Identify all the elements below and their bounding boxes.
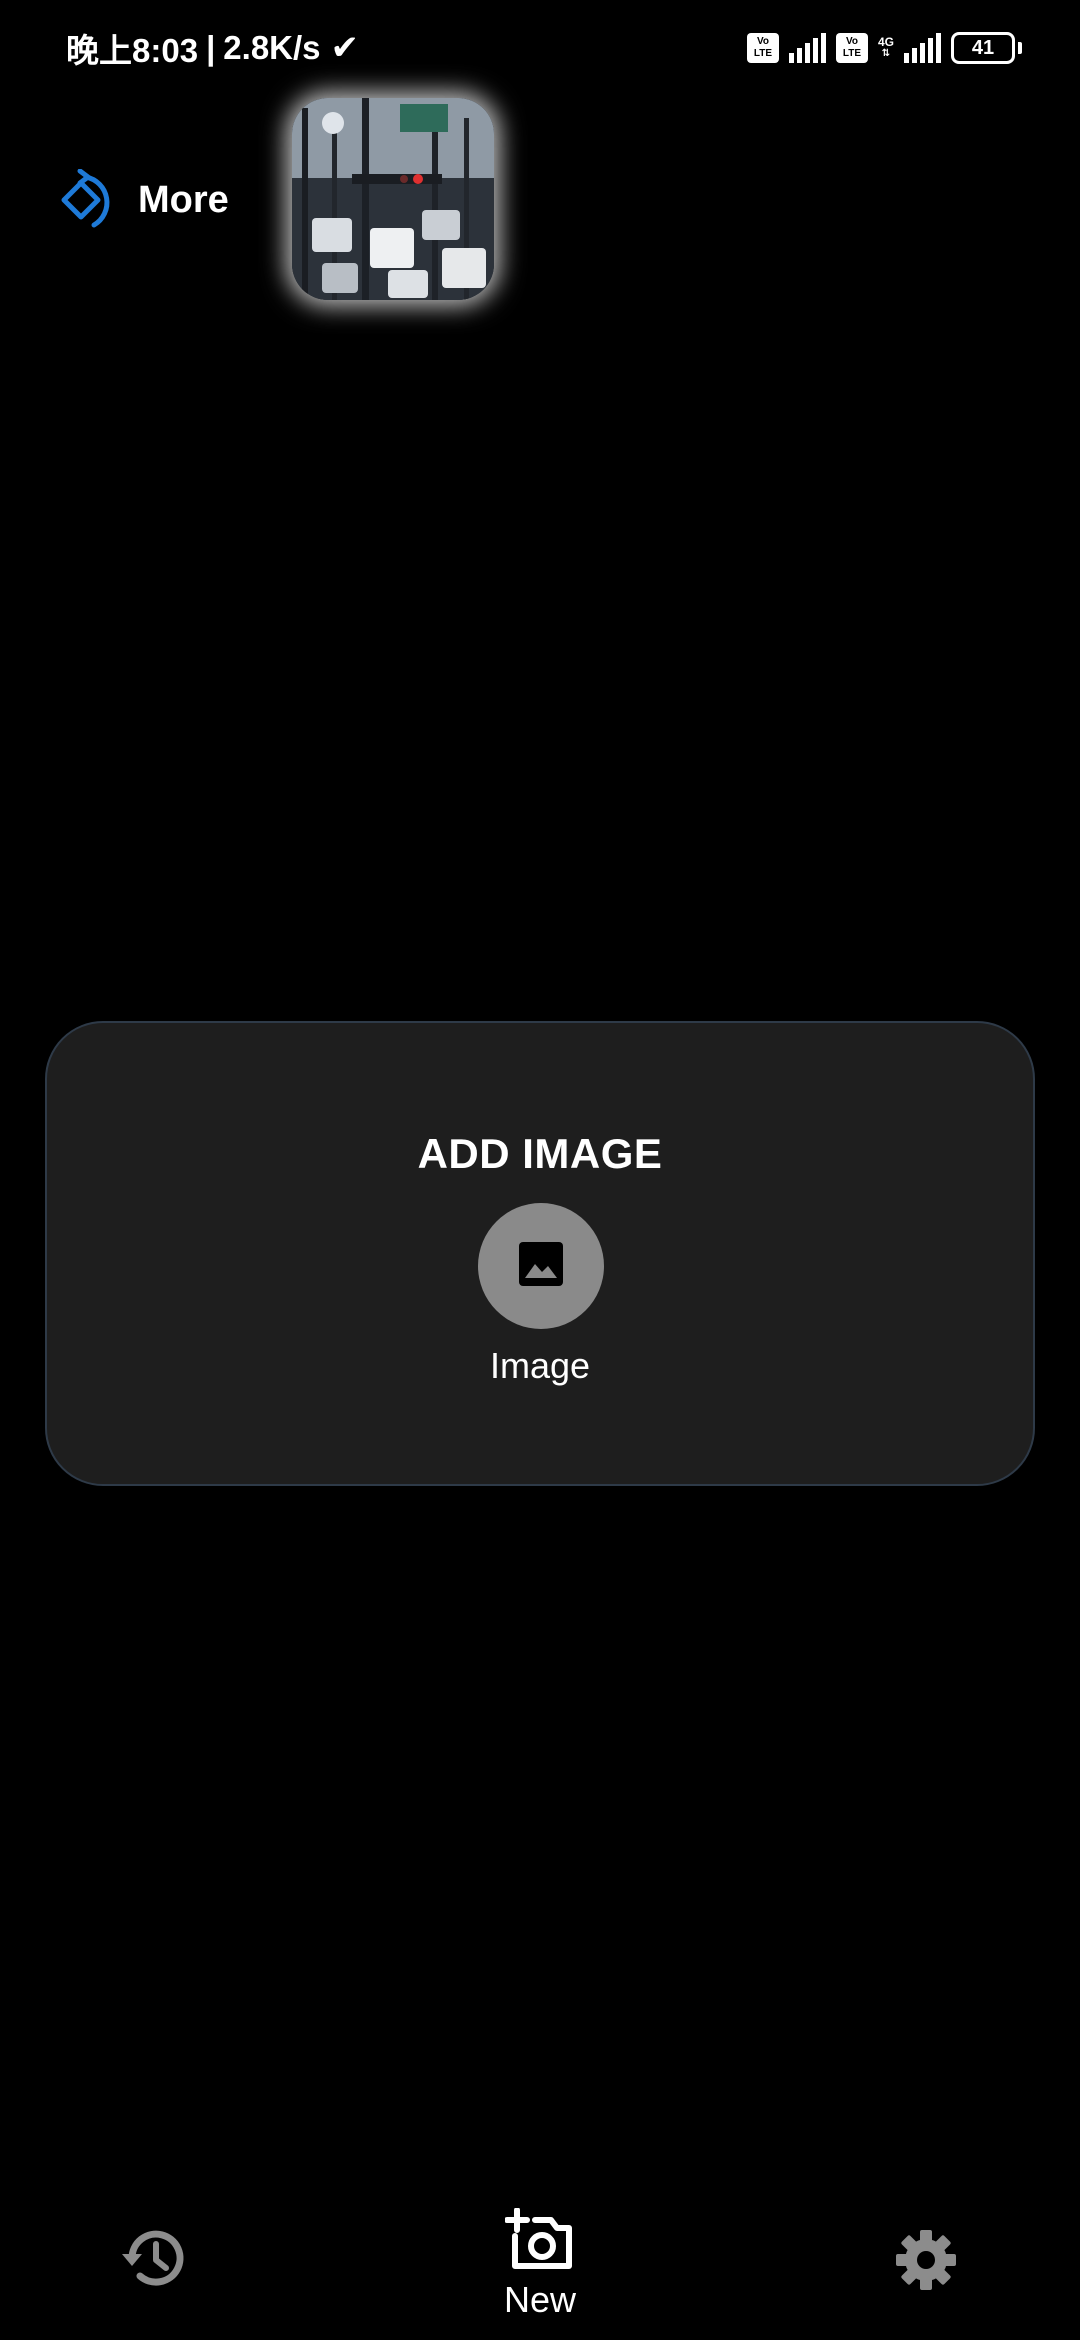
battery-icon: 41 [951, 32, 1022, 64]
gear-icon [894, 2228, 958, 2297]
history-icon [118, 2228, 186, 2293]
card-title: ADD IMAGE [417, 1130, 663, 1177]
battery-tip [1018, 42, 1022, 54]
battery-level: 41 [951, 32, 1015, 64]
volte-icon: Vo LTE [835, 33, 868, 63]
status-time: 晚上8:03 [66, 32, 199, 69]
status-right: Vo LTE Vo LTE 4G ⇅ 41 [746, 26, 1022, 70]
rotate-icon [50, 169, 112, 231]
network-type-label: 4G [877, 35, 894, 49]
new-button[interactable]: New [488, 2207, 592, 2321]
image-button-label: Image [489, 1345, 591, 1386]
add-photo-icon [504, 2207, 575, 2277]
data-arrows-icon: ⇅ [881, 48, 891, 59]
check-icon: ✔ [330, 29, 360, 67]
network-type: 4G ⇅ [878, 36, 894, 60]
signal-strength-icon [904, 33, 941, 63]
more-button[interactable]: More [50, 165, 229, 235]
more-label: More [138, 178, 229, 221]
status-separator: | [206, 29, 216, 66]
settings-button[interactable] [894, 2228, 958, 2297]
status-bar: 晚上8:03 | 2.8K/s ✔ Vo LTE Vo LTE 4G ⇅ 41 [0, 0, 1080, 96]
image-thumbnail[interactable] [292, 98, 494, 300]
signal-strength-icon [788, 33, 826, 63]
history-button[interactable] [118, 2228, 186, 2293]
image-button[interactable] [478, 1203, 604, 1329]
new-label: New [503, 2279, 577, 2320]
status-left: 晚上8:03 | 2.8K/s ✔ [66, 24, 359, 72]
volte-icon: Vo LTE [746, 33, 779, 63]
image-icon [517, 1240, 565, 1293]
add-image-card: ADD IMAGE Image [45, 1021, 1035, 1486]
network-speed: 2.8K/s [223, 29, 321, 66]
